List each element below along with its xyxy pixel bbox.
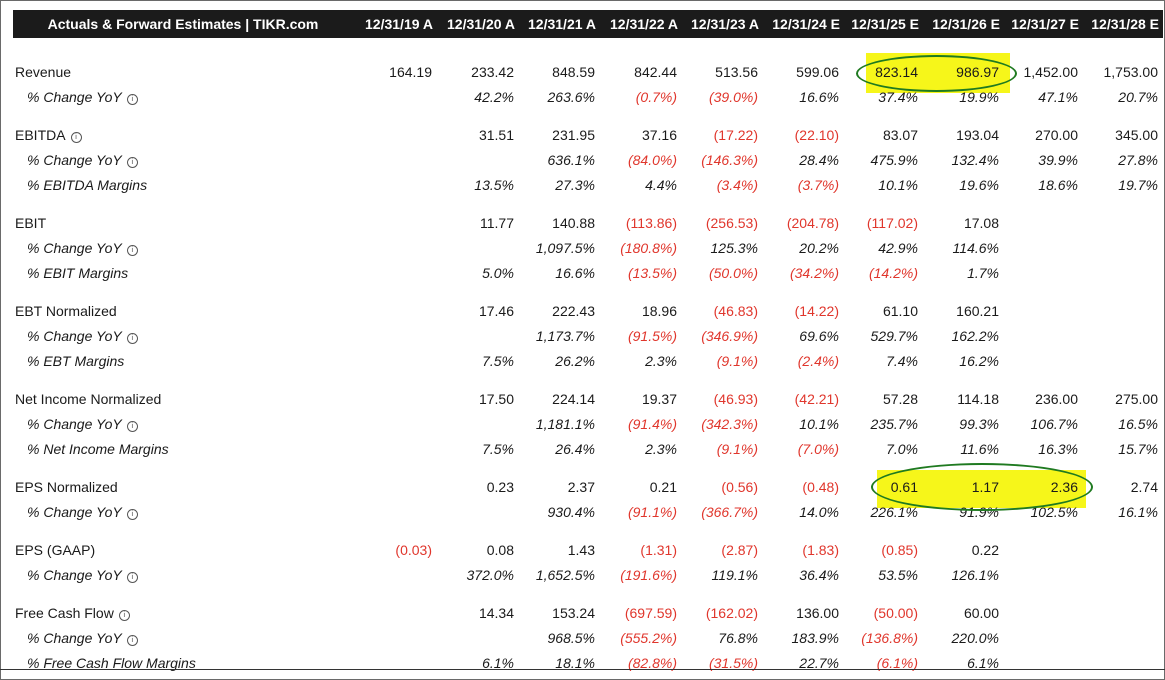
metric-label: Free Cash Flow i xyxy=(15,603,130,623)
metric-label-text: EBT Normalized xyxy=(15,303,117,319)
table-cell: 0.22 xyxy=(971,542,999,558)
metric-label-text: EPS Normalized xyxy=(15,479,118,495)
table-cell: 345.00 xyxy=(1115,127,1158,143)
table-cell: 15.7% xyxy=(1118,441,1158,457)
estimates-table: Actuals & Forward Estimates | TIKR.com 1… xyxy=(0,0,1165,680)
info-icon[interactable]: i xyxy=(126,509,138,520)
metric-label: EPS (GAAP) xyxy=(15,540,95,560)
table-cell: 60.00 xyxy=(963,605,999,621)
info-icon[interactable]: i xyxy=(126,421,138,432)
column-header[interactable]: 12/31/23 A xyxy=(669,10,759,38)
metric-sub-label: % EBT Margins xyxy=(27,351,124,371)
metric-sub-label: % Change YoY i xyxy=(27,87,138,107)
eps-estimate-circle xyxy=(871,463,1093,511)
metric-sub-label: % EBITDA Margins xyxy=(27,175,147,195)
metric-label-text: % Change YoY xyxy=(27,416,122,432)
metric-sub-label: % Change YoY i xyxy=(27,150,138,170)
info-icon[interactable]: i xyxy=(126,94,138,105)
info-icon[interactable]: i xyxy=(70,132,82,143)
metric-sub-label: % Change YoY i xyxy=(27,628,138,648)
metric-sub-label: % Change YoY i xyxy=(27,565,138,585)
metric-label: EPS Normalized xyxy=(15,477,118,497)
table-cell: 1.7% xyxy=(967,265,999,281)
info-icon[interactable]: i xyxy=(126,245,138,256)
metric-label: EBIT xyxy=(15,213,46,233)
metric-sub-label: % Change YoY i xyxy=(27,414,138,434)
info-icon[interactable]: i xyxy=(126,157,138,168)
metric-label: EBT Normalized xyxy=(15,301,117,321)
metric-label-text: % Change YoY xyxy=(27,328,122,344)
metric-label-text: % EBIT Margins xyxy=(27,265,129,281)
metric-label-text: Net Income Normalized xyxy=(15,391,162,407)
metric-label-text: EPS (GAAP) xyxy=(15,542,96,558)
info-icon[interactable]: i xyxy=(118,610,130,621)
metric-label-text: Revenue xyxy=(15,64,72,80)
metric-sub-label: % Change YoY i xyxy=(27,238,138,258)
column-header[interactable]: 12/31/24 E xyxy=(750,10,840,38)
metric-label: Revenue xyxy=(15,62,71,82)
bottom-divider xyxy=(0,669,1165,670)
revenue-estimate-circle xyxy=(856,55,1017,92)
metric-sub-label: % Free Cash Flow Margins xyxy=(27,653,196,673)
table-cell: 162.2% xyxy=(951,328,999,344)
column-header[interactable]: 12/31/21 A xyxy=(506,10,596,38)
metric-label-text: % Change YoY xyxy=(27,504,122,520)
metric-label-text: EBIT xyxy=(15,215,47,231)
metric-label-text: % EBT Margins xyxy=(27,353,125,369)
metric-label-text: % Change YoY xyxy=(27,630,122,646)
table-cell: 275.00 xyxy=(1115,391,1158,407)
metric-label: Net Income Normalized xyxy=(15,389,161,409)
table-cell: 220.0% xyxy=(951,630,999,646)
metric-sub-label: % EBIT Margins xyxy=(27,263,128,283)
info-icon[interactable]: i xyxy=(126,333,138,344)
column-header[interactable]: 12/31/25 E xyxy=(829,10,919,38)
table-cell: 16.1% xyxy=(1118,504,1158,520)
column-header[interactable]: 12/31/19 A xyxy=(343,10,433,38)
metric-label-text: EBITDA xyxy=(15,127,66,143)
metric-label-text: % Change YoY xyxy=(27,240,122,256)
column-header[interactable]: 12/31/26 E xyxy=(910,10,1000,38)
table-cell: 114.6% xyxy=(952,240,999,256)
table-cell: 27.8% xyxy=(1118,152,1158,168)
metric-label: EBITDA i xyxy=(15,125,82,145)
column-header[interactable]: 12/31/20 A xyxy=(425,10,515,38)
metric-label-text: % Net Income Margins xyxy=(27,441,169,457)
info-icon[interactable]: i xyxy=(126,572,138,583)
metric-label-text: % Change YoY xyxy=(27,89,122,105)
metric-sub-label: % Change YoY i xyxy=(27,326,138,346)
table-cell: 19.7% xyxy=(1118,177,1158,193)
metric-label-text: Free Cash Flow xyxy=(15,605,114,621)
column-header[interactable]: 12/31/28 E xyxy=(1069,10,1159,38)
table-header: Actuals & Forward Estimates | TIKR.com 1… xyxy=(13,10,1163,38)
metric-sub-label: % Net Income Margins xyxy=(27,439,169,459)
column-header[interactable]: 12/31/27 E xyxy=(989,10,1079,38)
table-cell: 126.1% xyxy=(951,567,999,583)
info-icon[interactable]: i xyxy=(126,635,138,646)
table-cell: 1,753.00 xyxy=(1103,64,1159,80)
metric-label-text: % EBITDA Margins xyxy=(27,177,148,193)
metric-label-text: % Change YoY xyxy=(27,567,122,583)
table-cell: 16.2% xyxy=(959,353,999,369)
table-cell: 6.1% xyxy=(967,655,999,671)
table-title: Actuals & Forward Estimates | TIKR.com xyxy=(47,16,319,32)
metric-sub-label: % Change YoY i xyxy=(27,502,138,522)
table-cell: 17.08 xyxy=(963,215,999,231)
column-header[interactable]: 12/31/22 A xyxy=(588,10,678,38)
table-cell: 16.5% xyxy=(1118,416,1158,432)
table-cell: 20.7% xyxy=(1118,89,1158,105)
metric-label-text: % Change YoY xyxy=(27,152,122,168)
table-cell: 160.21 xyxy=(956,303,999,319)
